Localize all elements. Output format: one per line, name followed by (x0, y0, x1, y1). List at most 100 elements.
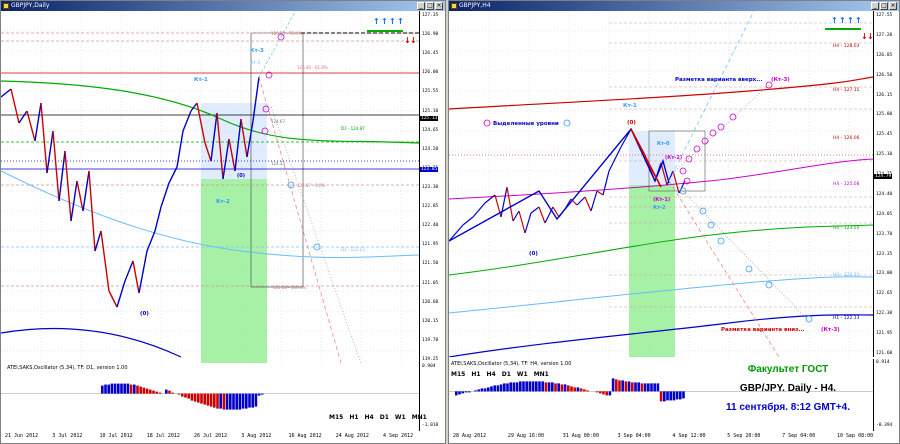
price-tick-label: 123.00 (876, 271, 893, 277)
maximize-button[interactable]: □ (426, 2, 434, 10)
osc-bar (149, 389, 152, 394)
price-tick-label: 125.10 (422, 108, 439, 114)
osc-bar (487, 387, 490, 392)
osc-bar (117, 383, 120, 394)
price-segment (596, 190, 604, 196)
minimize-button[interactable]: _ (871, 2, 879, 10)
price-tick-label: 126.00 (422, 70, 439, 76)
up-arrow-icon: ↑ (389, 17, 396, 26)
osc-bar (541, 381, 544, 392)
osc-bar (503, 383, 506, 392)
timeframe-mn1-button[interactable]: MN1 (412, 414, 427, 421)
osc-bar (506, 383, 509, 392)
timeframe-h4-button[interactable]: H4 (365, 414, 374, 421)
osc-bar (576, 387, 580, 392)
osc-bar (663, 391, 666, 402)
time-tick-label: 5 Sep 20:00 (727, 433, 761, 439)
osc-bar (222, 393, 226, 410)
osc-bar (238, 393, 242, 410)
osc-bar (656, 383, 660, 392)
osc-bar (525, 381, 528, 392)
minimize-button[interactable]: _ (417, 2, 425, 10)
price-tick-label: 120.15 (422, 318, 439, 324)
level-circle (693, 145, 701, 153)
price-segment (484, 194, 496, 204)
osc-bar (107, 384, 110, 394)
wave-label-kt3: Кт-3 (250, 48, 264, 54)
osc-bar (618, 380, 621, 392)
osc-bar (197, 393, 200, 403)
time-tick-label: 31 Aug 00:00 (562, 433, 599, 439)
price-tick-label: 126.15 (876, 92, 893, 98)
price-segment (58, 150, 66, 202)
wave-label-zero: (0) (140, 311, 149, 317)
price-segment (584, 196, 592, 212)
osc-bar (474, 390, 477, 392)
osc-bar (522, 381, 525, 392)
osc-bar (219, 393, 222, 409)
osc-bar (675, 391, 679, 400)
h4-price-plot[interactable]: Выделенные уровни Кт-1 Кт-0 (Кт-2) (Кт-1) Кт-… (449, 11, 873, 357)
price-segment (18, 110, 28, 124)
price-tick-label: 127.55 (876, 13, 893, 18)
osc-bar (640, 383, 644, 392)
level-text: H4 - 128.03 (833, 43, 860, 49)
timeframe-h1-button[interactable]: H1 (349, 414, 358, 421)
h4-timeframe-buttons: M15 H1 H4 D1 W1 MN1 (451, 371, 549, 378)
price-tick-label: 120.60 (422, 299, 439, 305)
daily-window-title: GBPJPY,Daily (11, 2, 50, 9)
h4-window-titlebar[interactable]: GBPJPY,H4 _ □ × (449, 1, 899, 11)
projection-line (270, 106, 362, 363)
osc-bar (615, 379, 618, 392)
osc-bar (650, 383, 653, 392)
price-tick-label: 126.45 (422, 51, 439, 57)
osc-bar (583, 389, 586, 392)
close-button[interactable]: × (435, 2, 443, 10)
osc-bar (155, 391, 158, 394)
terminal-root: GBPJPY,Daily _ □ × Кт-1 Кт-2 Кт-3 Кт-1 (0) (0) 1… (0, 0, 900, 444)
osc-bar (544, 382, 548, 392)
timeframe-h4-button[interactable]: H4 (487, 371, 496, 378)
osc-bar (235, 393, 238, 410)
level-text: D1 - 122.13 (341, 247, 365, 252)
price-segment (100, 230, 110, 292)
timeframe-w1-button[interactable]: W1 (517, 371, 528, 378)
osc-bar (627, 381, 631, 392)
price-segment (576, 196, 586, 206)
price-segment (154, 206, 162, 232)
osc-bar (560, 384, 564, 392)
wave-label-kt1: Кт-1 (623, 103, 637, 109)
price-tick-label: 125.10 (876, 152, 893, 158)
price-tick-label: 124.20 (422, 146, 439, 152)
daily-window-titlebar[interactable]: GBPJPY,Daily _ □ × (1, 1, 445, 11)
daily-price-plot[interactable]: Кт-1 Кт-2 Кт-3 Кт-1 (0) (0) 126.73 - 76.4% 126.… (1, 11, 419, 363)
up-arrow-icon: ↑ (847, 16, 854, 25)
osc-bar (142, 387, 146, 394)
level-circle (717, 237, 725, 245)
osc-bar (621, 380, 624, 392)
wave-label-kt0: Кт-0 (657, 141, 670, 147)
wave-label-kt1-secondary: Кт-1 (250, 60, 260, 66)
timeframe-d1-button[interactable]: D1 (502, 371, 511, 378)
daily-chart-window[interactable]: GBPJPY,Daily _ □ × Кт-1 Кт-2 Кт-3 Кт-1 (0) (0) 1… (0, 0, 446, 444)
osc-bar (490, 386, 493, 392)
osc-bar (133, 384, 136, 394)
close-button[interactable]: × (889, 2, 897, 10)
timeframe-m15-button[interactable]: M15 (329, 414, 343, 421)
timeframe-d1-button[interactable]: D1 (380, 414, 389, 421)
level-circle (729, 113, 737, 121)
wave-label-kt2: Кт-2 (216, 199, 230, 205)
price-tick-label: 127.35 (422, 13, 439, 18)
timeframe-m15-button[interactable]: M15 (451, 371, 465, 378)
maximize-button[interactable]: □ (880, 2, 888, 10)
wave-label-kt1-alt: (Кт-1) (653, 197, 670, 203)
timeframe-mn1-button[interactable]: MN1 (534, 371, 549, 378)
timeframe-h1-button[interactable]: H1 (471, 371, 480, 378)
osc-bar (461, 391, 464, 394)
price-segment (544, 206, 554, 224)
daily-time-axis: 21 Jun 2012 3 Jul 2012 10 Jul 2012 18 Jul 2… (1, 432, 419, 442)
price-tick-label: 124.05 (876, 211, 893, 217)
osc-bar (634, 382, 637, 392)
timeframe-w1-button[interactable]: W1 (395, 414, 406, 421)
osc-bar (512, 382, 516, 392)
